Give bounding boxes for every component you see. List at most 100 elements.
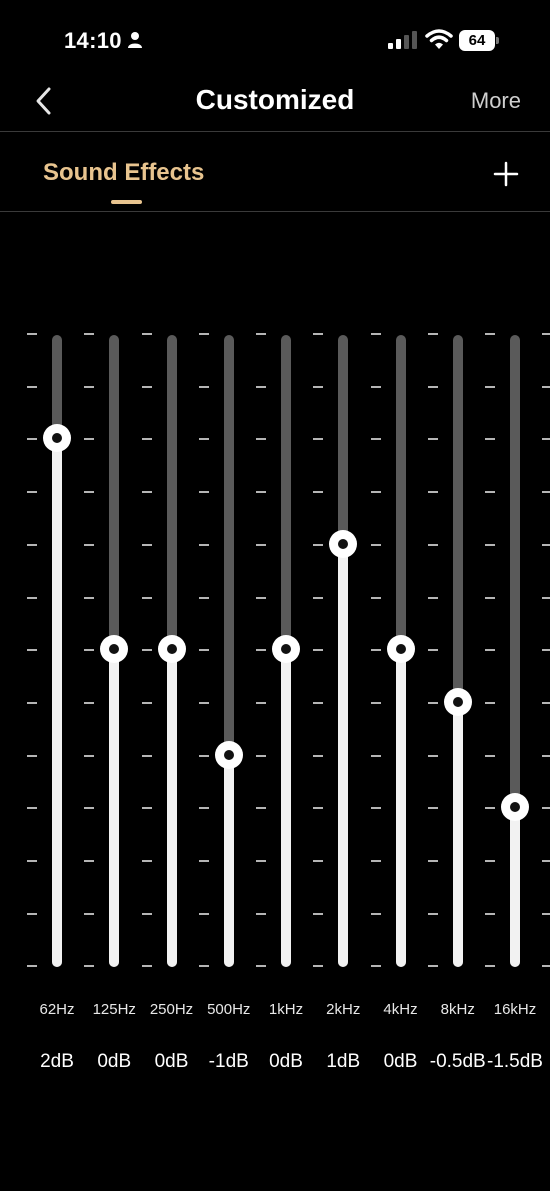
scale-tick — [542, 649, 550, 652]
scale-tick — [141, 491, 152, 494]
scale-tick — [198, 860, 209, 862]
status-time: 14:10 — [64, 28, 122, 53]
scale-tick — [141, 385, 152, 388]
scale-tick — [256, 965, 266, 968]
scale-tick — [542, 807, 550, 810]
scale-tick — [313, 701, 324, 704]
scale-tick — [198, 807, 209, 810]
scale-tick — [485, 333, 495, 335]
scale-tick — [370, 701, 381, 704]
scale-tick — [542, 491, 550, 494]
scale-tick — [542, 701, 550, 704]
scale-tick — [370, 754, 381, 757]
eq-slider-thumb[interactable] — [501, 793, 529, 822]
scale-tick — [256, 333, 266, 335]
scale-tick — [427, 649, 438, 652]
eq-slider-thumb[interactable] — [443, 687, 472, 716]
scale-tick — [370, 333, 381, 335]
eq-slider-track[interactable] — [338, 335, 349, 967]
scale-tick — [27, 543, 37, 546]
wifi-icon — [425, 29, 453, 49]
eq-slider-fill — [510, 807, 520, 967]
scale-tick — [198, 333, 209, 335]
scale-tick — [313, 596, 324, 599]
scale-tick — [27, 701, 37, 704]
scale-tick — [370, 543, 381, 546]
scale-tick — [427, 491, 438, 494]
add-icon[interactable] — [493, 161, 519, 187]
eq-slider-thumb[interactable] — [100, 635, 129, 664]
eq-slider-track[interactable] — [223, 335, 234, 967]
scale-tick — [313, 965, 324, 968]
scale-tick — [198, 491, 209, 494]
scale-tick — [84, 543, 95, 546]
scale-tick — [27, 385, 37, 388]
scale-tick — [84, 965, 95, 968]
scale-tick — [256, 860, 266, 862]
scale-tick — [27, 860, 37, 862]
scale-tick — [370, 649, 381, 652]
scale-tick — [313, 543, 324, 546]
scale-tick — [542, 333, 550, 335]
scale-tick — [427, 596, 438, 599]
eq-slider-thumb[interactable] — [157, 635, 186, 664]
tab-sound-effects[interactable]: Sound Effects — [43, 159, 204, 187]
eq-slider-track[interactable] — [510, 335, 520, 967]
eq-slider-thumb[interactable] — [43, 424, 71, 453]
scale-tick — [141, 912, 152, 915]
scale-tick — [198, 754, 209, 757]
eq-slider-track[interactable] — [452, 335, 463, 967]
eq-slider-fill — [338, 543, 349, 967]
scale-tick — [370, 912, 381, 915]
scale-tick — [485, 385, 495, 388]
scale-tick — [427, 965, 438, 968]
scale-tick — [313, 649, 324, 652]
scale-tick — [427, 754, 438, 757]
battery-indicator: 64 — [459, 30, 499, 51]
scale-tick — [485, 860, 495, 862]
scale-tick — [198, 701, 209, 704]
scale-tick — [256, 596, 266, 599]
page-title: Customized — [195, 84, 355, 115]
eq-slider-fill — [109, 649, 120, 967]
scale-tick — [485, 754, 495, 757]
scale-tick — [141, 438, 152, 441]
scale-tick — [485, 543, 495, 546]
tab-bar: Sound Effects — [0, 132, 550, 212]
scale-tick — [256, 912, 266, 915]
scale-tick — [427, 912, 438, 915]
active-tab-indicator — [111, 200, 142, 204]
scale-tick — [141, 649, 152, 652]
scale-tick — [542, 965, 550, 968]
eq-slider-fill — [223, 754, 234, 967]
scale-tick — [198, 912, 209, 915]
more-button[interactable]: More — [471, 88, 521, 114]
scale-tick — [313, 385, 324, 388]
eq-slider-thumb[interactable] — [386, 635, 415, 664]
band-gain-value: -1.5dB — [487, 1051, 543, 1072]
scale-tick — [542, 543, 550, 546]
scale-tick — [427, 807, 438, 810]
scale-tick — [27, 965, 37, 968]
scale-tick — [256, 385, 266, 388]
scale-tick — [485, 701, 495, 704]
scale-tick — [485, 596, 495, 599]
battery-nub — [496, 37, 499, 44]
scale-tick — [27, 596, 37, 599]
scale-tick — [427, 333, 438, 335]
scale-tick — [256, 438, 266, 441]
scale-tick — [141, 754, 152, 757]
cellular-signal-icon — [388, 31, 417, 49]
person-icon — [128, 32, 142, 48]
eq-slider-thumb[interactable] — [272, 635, 300, 664]
eq-slider-thumb[interactable] — [329, 529, 358, 558]
scale-tick — [427, 860, 438, 862]
scale-tick — [27, 754, 37, 757]
scale-tick — [427, 543, 438, 546]
scale-tick — [84, 438, 95, 441]
eq-slider-thumb[interactable] — [214, 740, 243, 769]
scale-tick — [84, 649, 95, 652]
scale-tick — [84, 807, 95, 810]
scale-tick — [198, 965, 209, 968]
scale-tick — [313, 912, 324, 915]
